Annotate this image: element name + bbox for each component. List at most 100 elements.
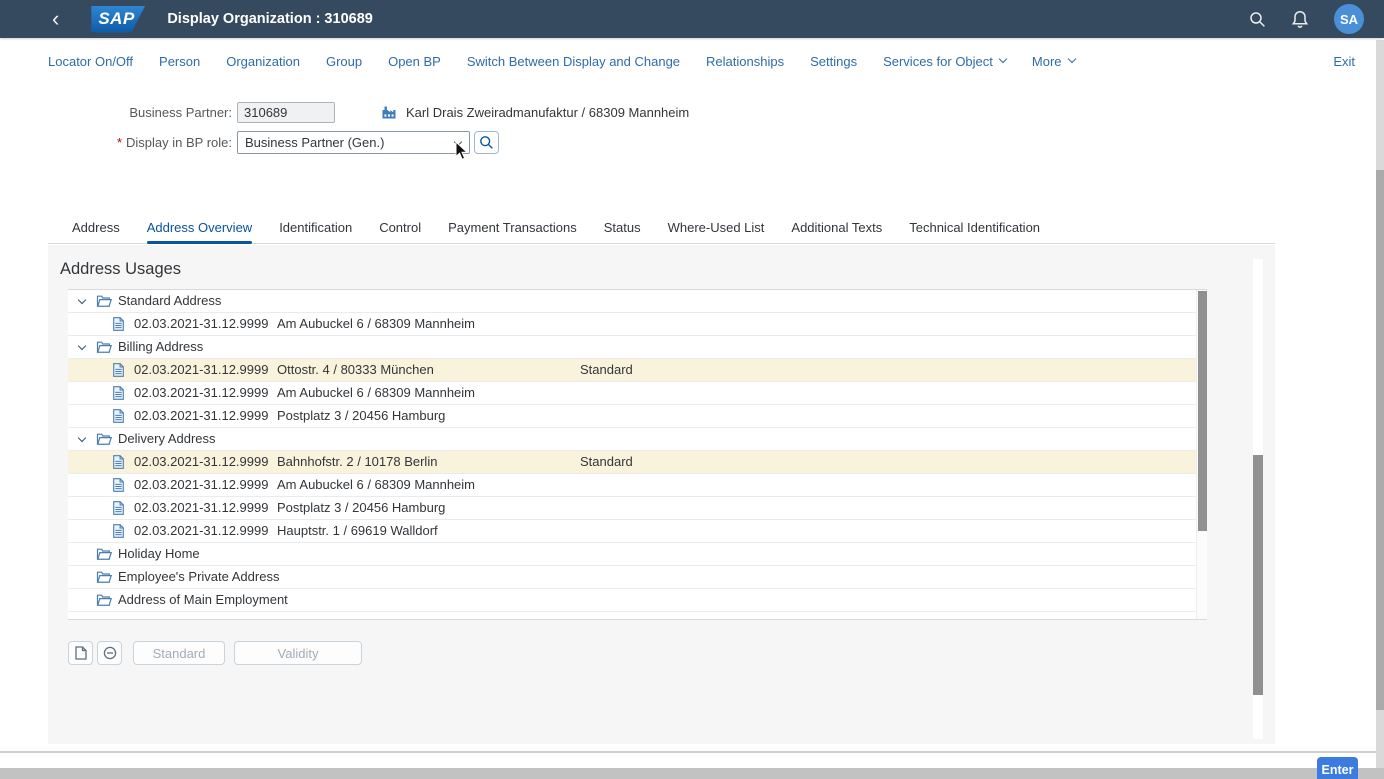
search-icon[interactable] bbox=[1249, 11, 1266, 28]
tab-identification[interactable]: Identification bbox=[279, 214, 352, 244]
business-partner-input[interactable] bbox=[237, 102, 335, 123]
bp-role-row: *Display in BP role: Business Partner (G… bbox=[0, 131, 1384, 154]
menu-item-exit[interactable]: Exit bbox=[1333, 54, 1355, 69]
address-overview-panel: Address Usages Standard Address02.03.202… bbox=[48, 245, 1275, 744]
standard-button[interactable]: Standard bbox=[133, 641, 225, 665]
tree-group-standard-address[interactable]: Standard Address bbox=[68, 290, 1196, 313]
address-text: Hauptstr. 1 / 69619 Walldorf bbox=[277, 520, 438, 542]
menu-item-organization[interactable]: Organization bbox=[226, 54, 300, 69]
business-partner-description: Karl Drais Zweiradmanufaktur / 68309 Man… bbox=[406, 101, 689, 124]
sap-logo: SAP bbox=[91, 6, 145, 33]
tab-technical-identification[interactable]: Technical Identification bbox=[909, 214, 1040, 244]
table-scrollbar[interactable] bbox=[1196, 290, 1207, 619]
address-validity: 02.03.2021-31.12.9999 bbox=[134, 520, 268, 542]
tree-group-delivery-address[interactable]: Delivery Address bbox=[68, 428, 1196, 451]
delete-address-usage-button[interactable] bbox=[97, 641, 122, 665]
back-button[interactable]: ‹ bbox=[52, 9, 59, 29]
document-icon bbox=[113, 524, 124, 538]
validity-button[interactable]: Validity bbox=[234, 641, 362, 665]
address-validity: 02.03.2021-31.12.9999 bbox=[134, 405, 268, 427]
tab-address[interactable]: Address bbox=[72, 214, 120, 244]
address-usages-rows: Standard Address02.03.2021-31.12.9999Am … bbox=[68, 290, 1196, 612]
expand-chevron-icon[interactable] bbox=[78, 342, 86, 350]
address-text: Postplatz 3 / 20456 Hamburg bbox=[277, 497, 445, 519]
footer-divider bbox=[0, 751, 1384, 753]
menu-item-switch-between-display-and-change[interactable]: Switch Between Display and Change bbox=[467, 54, 680, 69]
tree-address-row[interactable]: 02.03.2021-31.12.9999 Postplatz 3 / 20456… bbox=[68, 405, 1196, 428]
tree-group-billing-address[interactable]: Billing Address bbox=[68, 336, 1196, 359]
chevron-down-icon bbox=[999, 55, 1007, 63]
tab-where-used-list[interactable]: Where-Used List bbox=[668, 214, 765, 244]
address-text: Ottostr. 4 / 80333 München bbox=[277, 359, 434, 381]
organization-icon bbox=[381, 105, 397, 123]
tree-address-row[interactable]: 02.03.2021-31.12.9999Am Aubuckel 6 / 683… bbox=[68, 474, 1196, 497]
document-icon bbox=[113, 363, 124, 377]
avatar-initials: SA bbox=[1340, 12, 1358, 27]
horizontal-scrollbar[interactable] bbox=[0, 768, 1384, 779]
address-text: Postplatz 3 / 20456 Hamburg bbox=[277, 405, 445, 427]
table-toolbar: Standard Validity bbox=[68, 641, 362, 665]
tab-status[interactable]: Status bbox=[604, 214, 641, 244]
tab-additional-texts[interactable]: Additional Texts bbox=[791, 214, 882, 244]
tree-group-label: Standard Address bbox=[118, 290, 221, 312]
tree-address-row[interactable]: 02.03.2021-31.12.9999Am Aubuckel 6 / 683… bbox=[68, 313, 1196, 336]
window-scrollbar[interactable] bbox=[1376, 40, 1384, 768]
tab-control[interactable]: Control bbox=[379, 214, 421, 244]
standard-badge: Standard bbox=[580, 359, 633, 381]
expand-chevron-icon[interactable] bbox=[78, 296, 86, 304]
address-validity: 02.03.2021-31.12.9999 bbox=[134, 359, 268, 381]
tab-payment-transactions[interactable]: Payment Transactions bbox=[448, 214, 577, 244]
menubar: Locator On/Off Person Organization Group Ope… bbox=[48, 48, 1355, 74]
required-marker: * bbox=[117, 135, 122, 150]
tree-group-label: Employee's Private Address bbox=[118, 566, 279, 588]
tree-address-row[interactable]: 02.03.2021-31.12.9999Bahnhofstr. 2 / 101… bbox=[68, 451, 1196, 474]
tree-group-label: Address of Main Employment bbox=[118, 589, 288, 611]
sap-logo-text: SAP bbox=[98, 9, 134, 29]
create-address-usage-button[interactable] bbox=[68, 641, 93, 665]
tree-address-row[interactable]: 02.03.2021-31.12.9999Am Aubuckel 6 / 683… bbox=[68, 382, 1196, 405]
document-icon bbox=[113, 455, 124, 469]
menu-item-open-bp[interactable]: Open BP bbox=[388, 54, 441, 69]
tree-address-row[interactable]: 02.03.2021-31.12.9999 Postplatz 3 / 20456… bbox=[68, 497, 1196, 520]
menu-item-person[interactable]: Person bbox=[159, 54, 200, 69]
folder-icon bbox=[96, 547, 112, 560]
value-help-button[interactable] bbox=[474, 131, 499, 154]
panel-scrollbar[interactable] bbox=[1253, 259, 1263, 739]
tree-address-row[interactable]: 02.03.2021-31.12.9999 Ottostr. 4 / 80333 … bbox=[68, 359, 1196, 382]
document-icon bbox=[113, 409, 124, 423]
address-validity: 02.03.2021-31.12.9999 bbox=[134, 497, 268, 519]
bp-role-select[interactable]: Business Partner (Gen.) bbox=[237, 131, 470, 154]
expand-chevron-icon[interactable] bbox=[78, 434, 86, 442]
menu-item-settings[interactable]: Settings bbox=[810, 54, 857, 69]
menu-item-locator-on-off[interactable]: Locator On/Off bbox=[48, 54, 133, 69]
menu-item-relationships[interactable]: Relationships bbox=[706, 54, 784, 69]
avatar[interactable]: SA bbox=[1334, 4, 1364, 34]
chevron-down-icon bbox=[1067, 55, 1075, 63]
folder-icon bbox=[96, 340, 112, 353]
address-validity: 02.03.2021-31.12.9999 bbox=[134, 382, 268, 404]
menu-item-services-for-object[interactable]: Services for Object bbox=[883, 54, 1006, 69]
chevron-down-icon bbox=[454, 138, 462, 146]
table-scrollbar-thumb[interactable] bbox=[1198, 291, 1207, 531]
tree-group-employee-s-private-address[interactable]: Employee's Private Address bbox=[68, 566, 1196, 589]
window-scrollbar-thumb[interactable] bbox=[1376, 170, 1384, 710]
shell-bar: ‹ SAP Display Organization : 310689 SA bbox=[0, 0, 1384, 38]
tree-group-holiday-home[interactable]: Holiday Home bbox=[68, 543, 1196, 566]
tree-address-row[interactable]: 02.03.2021-31.12.9999 Hauptstr. 1 / 69619… bbox=[68, 520, 1196, 543]
folder-icon bbox=[96, 570, 112, 583]
tab-address-overview[interactable]: Address Overview bbox=[147, 214, 252, 244]
address-validity: 02.03.2021-31.12.9999 bbox=[134, 474, 268, 496]
enter-button[interactable]: Enter bbox=[1317, 757, 1358, 779]
menu-item-group[interactable]: Group bbox=[326, 54, 362, 69]
tree-group-label: Delivery Address bbox=[118, 428, 216, 450]
menu-item-more[interactable]: More bbox=[1032, 54, 1075, 69]
bp-role-label-wrap: *Display in BP role: bbox=[0, 131, 232, 154]
business-partner-label: Business Partner: bbox=[0, 101, 232, 124]
panel-scrollbar-thumb[interactable] bbox=[1253, 455, 1263, 695]
tree-group-address-of-main-employment[interactable]: Address of Main Employment bbox=[68, 589, 1196, 612]
page-title: Display Organization : 310689 bbox=[167, 11, 373, 27]
document-icon bbox=[113, 317, 124, 331]
folder-icon bbox=[96, 593, 112, 606]
notifications-bell-icon[interactable] bbox=[1291, 10, 1309, 29]
address-text: Am Aubuckel 6 / 68309 Mannheim bbox=[277, 313, 475, 335]
